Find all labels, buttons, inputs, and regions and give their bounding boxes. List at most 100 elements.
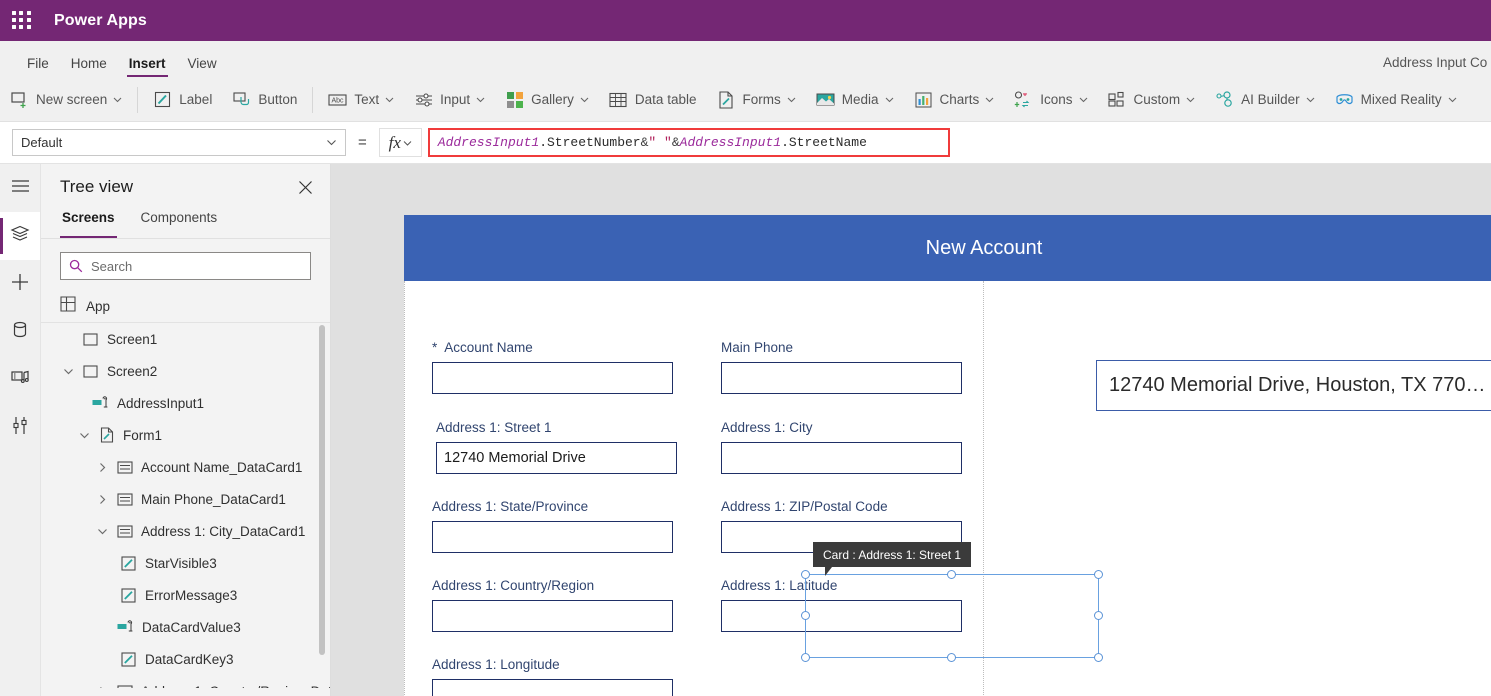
tree-node-screen2[interactable]: Screen2 [41,355,330,387]
chevron-down-icon[interactable] [385,95,394,104]
tree-node-label: DataCardValue3 [142,619,241,635]
chevron-down-icon[interactable] [885,95,894,104]
tab-components[interactable]: Components [139,210,220,238]
field-label: Address 1: Latitude [721,578,838,593]
rail-data-button[interactable] [0,308,40,356]
chevron-right-icon[interactable] [94,491,110,507]
menu-item-file[interactable]: File [16,56,60,79]
field-input-address-country[interactable] [432,600,673,632]
fx-button[interactable]: fx [378,128,422,157]
tree-node-label: Address 1: Country/Region_DataCard [141,684,330,689]
tree-node-form1[interactable]: Form1 [41,419,330,451]
ribbon-custom-menu[interactable]: Custom [1100,85,1204,115]
tree-node-screen1[interactable]: Screen1 [41,323,330,355]
ribbon-mixed-reality-menu[interactable]: Mixed Reality [1327,85,1465,115]
ribbon-text-menu[interactable]: Abc Text [320,85,402,115]
formula-token-operator-1: & [640,135,649,150]
property-dropdown-value: Default [21,135,63,150]
field-label: Main Phone [721,340,794,355]
resize-handle-top-right[interactable] [1094,570,1103,579]
chevron-down-icon[interactable] [1186,95,1195,104]
input-sliders-icon [414,90,433,109]
tree-node-datacardkey3[interactable]: DataCardKey3 [41,643,330,675]
menu-item-insert[interactable]: Insert [118,56,177,79]
chevron-down-icon[interactable] [76,427,92,443]
button-icon [232,90,251,109]
field-address-state: Address 1: State/Province [432,499,673,553]
new-screen-icon [10,90,29,109]
tree-node-address-country-datacard[interactable]: Address 1: Country/Region_DataCard [41,675,330,688]
field-label: Account Name [444,340,533,355]
property-dropdown[interactable]: Default [12,129,346,156]
tree-node-starvisible3[interactable]: StarVisible3 [41,547,330,579]
screen-icon [82,363,99,380]
tree-node-label: ErrorMessage3 [145,587,238,603]
field-input-address-latitude[interactable] [721,600,962,632]
tab-screens[interactable]: Screens [60,210,117,238]
chevron-down-icon[interactable] [1079,95,1088,104]
chevron-down-icon[interactable] [1448,95,1457,104]
tree-node-address-city-datacard1[interactable]: Address 1: City_DataCard1 [41,515,330,547]
close-icon[interactable] [294,176,316,198]
tree-node-addressinput1[interactable]: AddressInput1 [41,387,330,419]
ribbon-new-screen-button[interactable]: New screen [2,85,130,115]
datacard-icon [116,683,133,688]
media-icon [10,369,30,392]
chevron-down-icon[interactable] [476,95,485,104]
ribbon-group-controls: Abc Text Input Gallery Data table Forms … [318,78,1466,121]
formula-input[interactable]: AddressInput1 .StreetNumber & " " & Addre… [427,128,950,157]
datacard-icon [116,491,133,508]
ribbon-gallery-label: Gallery [531,92,574,107]
chevron-right-icon[interactable] [94,683,110,688]
rail-advanced-tools-button[interactable] [0,404,40,452]
tree-node-account-name-datacard1[interactable]: Account Name_DataCard1 [41,451,330,483]
screen2-surface: New Account * Account Name Main Phone Add… [404,215,1491,696]
ribbon-media-menu[interactable]: Media [808,85,902,115]
chevron-down-icon[interactable] [1306,95,1315,104]
resize-handle-bottom-right[interactable] [1094,653,1103,662]
search-input[interactable]: Search [60,252,311,280]
ribbon-forms-menu[interactable]: Forms [708,85,803,115]
rail-media-button[interactable] [0,356,40,404]
tree-node-datacardvalue3[interactable]: DataCardValue3 [41,611,330,643]
ribbon-gallery-menu[interactable]: Gallery [497,85,597,115]
svg-text:Abc: Abc [332,97,345,104]
ribbon-icons-menu[interactable]: Icons [1006,85,1095,115]
field-input-main-phone[interactable] [721,362,962,394]
ribbon-charts-menu[interactable]: Charts [906,85,1003,115]
rail-tree-view-button[interactable] [0,212,40,260]
address-input-control[interactable]: 12740 Memorial Drive, Houston, TX 770… [1096,360,1491,411]
field-input-account-name[interactable] [432,362,673,394]
chevron-down-icon[interactable] [985,95,994,104]
tree-node-main-phone-datacard1[interactable]: Main Phone_DataCard1 [41,483,330,515]
tree-view-scrollbar[interactable] [319,325,325,655]
rail-insert-button[interactable] [0,260,40,308]
tree-node-app[interactable]: App [41,290,330,323]
field-input-address-city[interactable] [721,442,962,474]
ribbon-data-table-button[interactable]: Data table [601,85,705,115]
left-icon-rail [0,164,41,696]
menu-item-home[interactable]: Home [60,56,118,79]
chevron-down-icon[interactable] [580,95,589,104]
input-control-icon [92,395,109,412]
ribbon-ai-builder-menu[interactable]: AI Builder [1207,85,1323,115]
ribbon-input-menu[interactable]: Input [406,85,493,115]
form-title: New Account [925,236,1043,259]
menu-item-view[interactable]: View [177,56,228,79]
ribbon-button-button[interactable]: Button [224,85,305,115]
resize-handle-middle-right[interactable] [1094,611,1103,620]
chevron-down-icon[interactable] [94,523,110,539]
ribbon-label-button[interactable]: Label [145,85,220,115]
field-input-address-street1[interactable]: 12740 Memorial Drive [436,442,677,474]
waffle-grid-icon[interactable] [12,10,32,31]
field-input-address-longitude[interactable] [432,679,673,696]
chevron-down-icon [403,134,412,152]
field-input-address-state[interactable] [432,521,673,553]
chevron-down-icon[interactable] [60,363,76,379]
chevron-right-icon[interactable] [94,459,110,475]
chevron-down-icon[interactable] [787,95,796,104]
chevron-down-icon[interactable] [113,95,122,104]
tree-view-panel: Tree view Screens Components Search App … [41,164,331,696]
rail-hamburger-button[interactable] [0,164,40,212]
tree-node-errormessage3[interactable]: ErrorMessage3 [41,579,330,611]
